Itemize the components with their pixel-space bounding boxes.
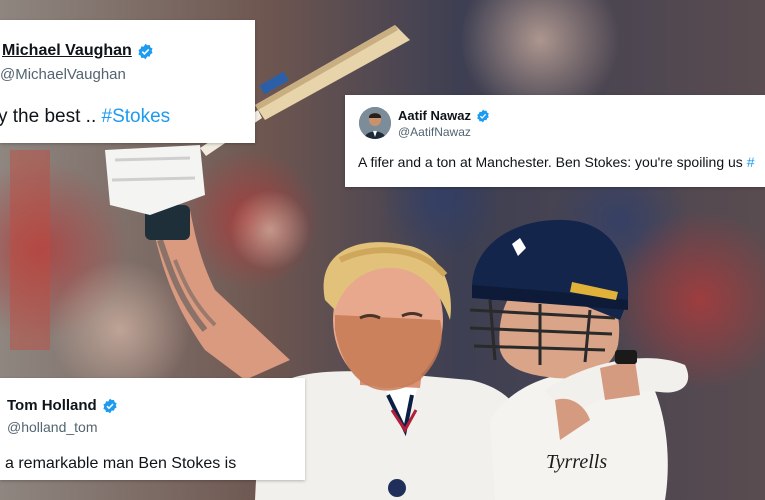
tweet-card-tom-holland[interactable]: Tom Holland @holland_tom a remarkable ma… — [0, 378, 305, 480]
tweet-author-handle[interactable]: @MichaelVaughan — [0, 66, 126, 83]
tweet-author-name[interactable]: Michael Vaughan — [2, 42, 154, 60]
verified-badge-icon — [103, 398, 117, 413]
hashtag-link[interactable]: # — [747, 154, 755, 170]
shirt-sponsor-text: Tyrrells — [546, 451, 607, 473]
author-name-text[interactable]: Michael Vaughan — [2, 42, 132, 60]
avatar-image — [359, 107, 391, 139]
author-name-text[interactable]: Tom Holland — [7, 397, 97, 414]
hashtag-link[interactable]: #Stokes — [102, 106, 171, 127]
avatar[interactable] — [359, 107, 391, 139]
tweet-card-aatif-nawaz[interactable]: Aatif Nawaz @AatifNawaz A fifer and a to… — [345, 95, 765, 187]
tweet-text-body: y the best .. — [0, 106, 102, 127]
tweet-card-michael-vaughan[interactable]: Michael Vaughan @MichaelVaughan y the be… — [0, 20, 255, 143]
tweet-text: A fifer and a ton at Manchester. Ben Sto… — [358, 154, 754, 170]
tweet-author-name[interactable]: Aatif Nawaz — [398, 108, 490, 123]
tweet-author-handle[interactable]: @holland_tom — [7, 419, 98, 435]
tweet-author-handle[interactable]: @AatifNawaz — [398, 125, 471, 139]
verified-badge-icon — [138, 43, 153, 59]
tweet-text-body: A fifer and a ton at Manchester. Ben Sto… — [358, 154, 747, 170]
tweet-author-name[interactable]: Tom Holland — [7, 397, 118, 414]
verified-badge-icon — [477, 109, 489, 122]
tweet-text: y the best .. #Stokes — [0, 106, 170, 128]
tweet-text: a remarkable man Ben Stokes is — [5, 455, 237, 472]
author-name-text[interactable]: Aatif Nawaz — [398, 108, 471, 123]
